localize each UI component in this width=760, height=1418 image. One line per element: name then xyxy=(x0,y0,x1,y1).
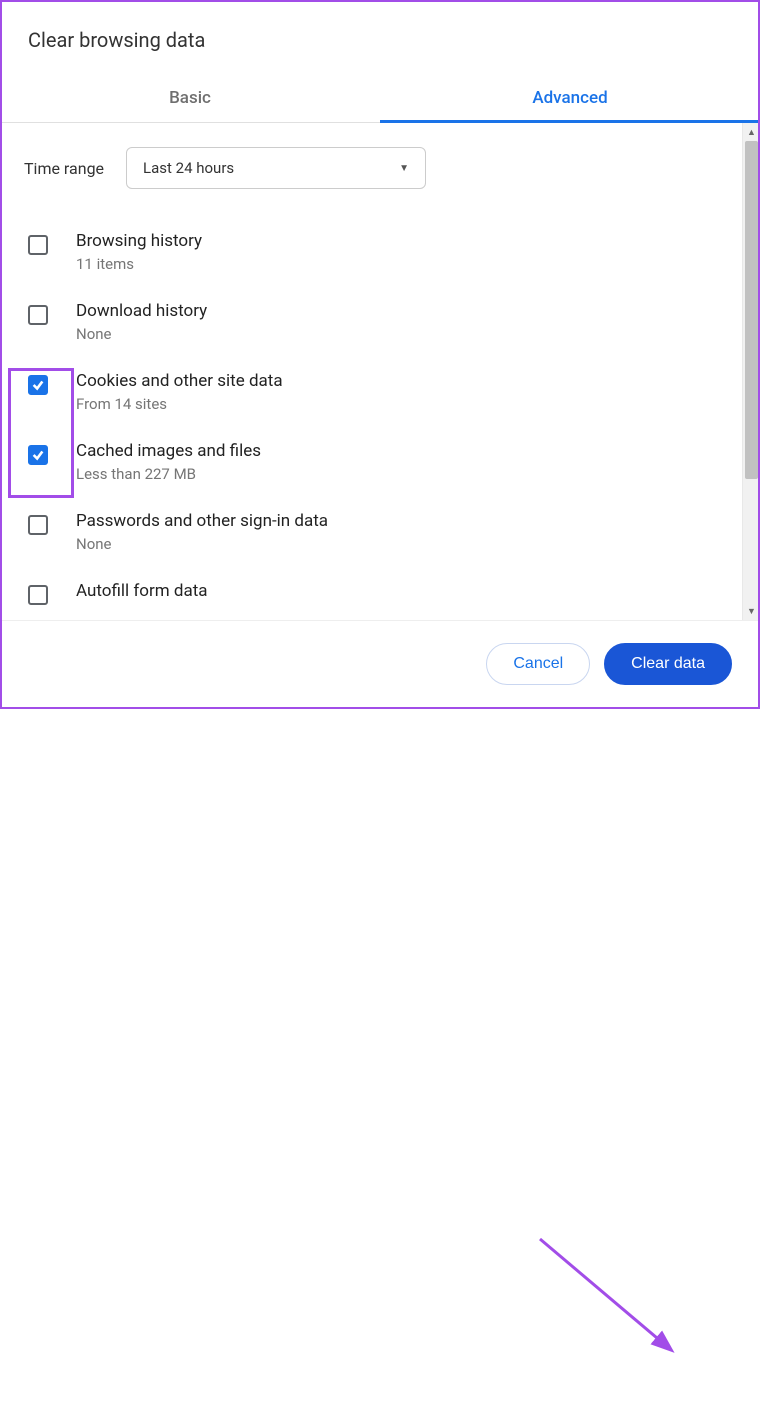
clear-data-button[interactable]: Clear data xyxy=(604,643,732,685)
scrollbar[interactable]: ▲ ▼ xyxy=(742,123,760,620)
item-title: Cached images and files xyxy=(76,441,714,461)
item-title: Download history xyxy=(76,301,714,321)
cancel-button[interactable]: Cancel xyxy=(486,643,590,685)
item-text: Cached images and files Less than 227 MB xyxy=(76,441,714,483)
item-text: Autofill form data xyxy=(76,581,714,605)
item-subtitle: Less than 227 MB xyxy=(76,465,714,483)
checkbox[interactable] xyxy=(28,305,48,325)
item-title: Passwords and other sign-in data xyxy=(76,511,714,531)
tabs: Basic Advanced xyxy=(0,76,760,123)
list-item: Download history None xyxy=(24,287,718,357)
item-subtitle: 11 items xyxy=(76,255,714,273)
list-item: Autofill form data xyxy=(24,567,718,619)
annotation-arrow xyxy=(0,709,760,1418)
item-title: Browsing history xyxy=(76,231,714,251)
checkbox[interactable] xyxy=(28,445,48,465)
item-title: Cookies and other site data xyxy=(76,371,714,391)
item-text: Browsing history 11 items xyxy=(76,231,714,273)
content-area: Time range Last 24 hours ▼ Browsing hist… xyxy=(0,123,742,620)
item-text: Cookies and other site data From 14 sites xyxy=(76,371,714,413)
scroll-thumb[interactable] xyxy=(745,141,758,479)
time-range-select[interactable]: Last 24 hours ▼ xyxy=(126,147,426,189)
time-range-label: Time range xyxy=(24,159,104,178)
item-subtitle: None xyxy=(76,535,714,553)
scroll-up-icon[interactable]: ▲ xyxy=(743,123,760,141)
tab-advanced[interactable]: Advanced xyxy=(380,76,760,122)
item-subtitle: None xyxy=(76,325,714,343)
item-subtitle: From 14 sites xyxy=(76,395,714,413)
item-text: Download history None xyxy=(76,301,714,343)
checkbox[interactable] xyxy=(28,375,48,395)
checkbox[interactable] xyxy=(28,515,48,535)
dialog-title: Clear browsing data xyxy=(0,0,760,76)
scroll-down-icon[interactable]: ▼ xyxy=(743,602,760,620)
list-item: Passwords and other sign-in data None xyxy=(24,497,718,567)
chevron-down-icon: ▼ xyxy=(399,163,409,174)
item-text: Passwords and other sign-in data None xyxy=(76,511,714,553)
item-title: Autofill form data xyxy=(76,581,714,601)
checkbox[interactable] xyxy=(28,235,48,255)
list-item: Browsing history 11 items xyxy=(24,217,718,287)
checkbox[interactable] xyxy=(28,585,48,605)
list-item: Cached images and files Less than 227 MB xyxy=(24,427,718,497)
dialog-footer: Cancel Clear data xyxy=(0,620,760,709)
time-range-value: Last 24 hours xyxy=(143,159,234,177)
tab-basic[interactable]: Basic xyxy=(0,76,380,122)
list-item: Cookies and other site data From 14 sites xyxy=(24,357,718,427)
